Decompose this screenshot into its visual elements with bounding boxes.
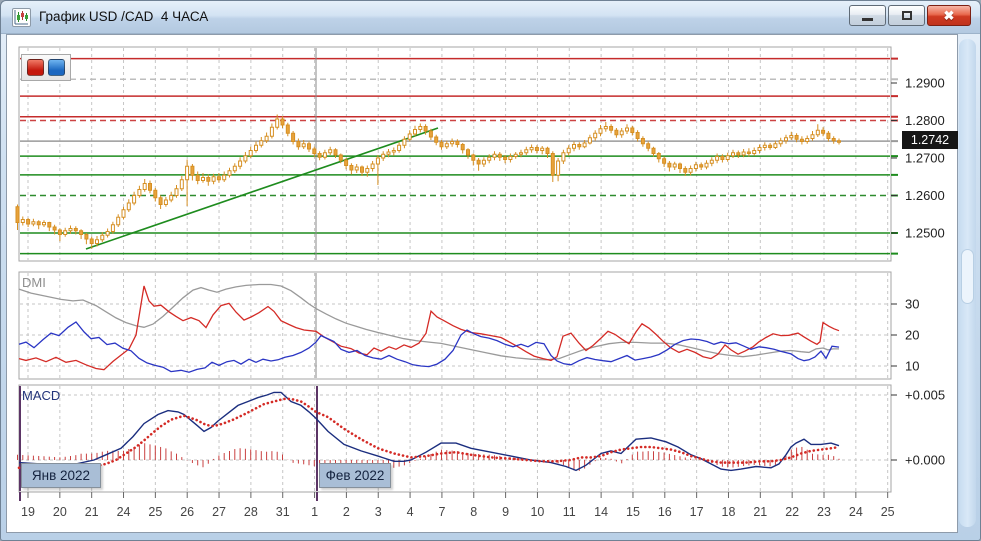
svg-text:26: 26 bbox=[180, 505, 194, 519]
svg-text:18: 18 bbox=[722, 505, 736, 519]
svg-text:23: 23 bbox=[817, 505, 831, 519]
svg-text:31: 31 bbox=[276, 505, 290, 519]
svg-text:8: 8 bbox=[470, 505, 477, 519]
svg-text:25: 25 bbox=[148, 505, 162, 519]
svg-text:10: 10 bbox=[905, 359, 919, 374]
chart-canvas[interactable]: 1920212425262728311234789101114151617182… bbox=[1, 1, 981, 541]
sell-button[interactable] bbox=[27, 59, 44, 76]
svg-text:11: 11 bbox=[563, 505, 576, 519]
svg-text:30: 30 bbox=[905, 297, 919, 312]
svg-text:15: 15 bbox=[626, 505, 640, 519]
svg-text:10: 10 bbox=[530, 505, 544, 519]
svg-text:16: 16 bbox=[658, 505, 672, 519]
svg-text:20: 20 bbox=[905, 328, 919, 343]
svg-text:20: 20 bbox=[53, 505, 67, 519]
svg-text:14: 14 bbox=[594, 505, 608, 519]
svg-text:1.2700: 1.2700 bbox=[905, 151, 945, 166]
svg-text:24: 24 bbox=[117, 505, 131, 519]
svg-text:1.2500: 1.2500 bbox=[905, 226, 945, 241]
svg-text:1.2600: 1.2600 bbox=[905, 188, 945, 203]
order-toolbar bbox=[21, 54, 71, 81]
svg-text:3: 3 bbox=[375, 505, 382, 519]
svg-text:25: 25 bbox=[881, 505, 895, 519]
window-scrollbar-track[interactable] bbox=[959, 39, 976, 527]
svg-text:22: 22 bbox=[785, 505, 799, 519]
svg-text:1: 1 bbox=[311, 505, 318, 519]
svg-text:1.2800: 1.2800 bbox=[905, 113, 945, 128]
svg-text:21: 21 bbox=[753, 505, 767, 519]
svg-text:1.2900: 1.2900 bbox=[905, 76, 945, 91]
app-window: График USD /CAD 4 ЧАСА ✖ 192021242526272… bbox=[0, 0, 981, 541]
dmi-pane-label: DMI bbox=[22, 275, 46, 290]
macd-pane-label: MACD bbox=[22, 388, 60, 403]
svg-text:28: 28 bbox=[244, 505, 258, 519]
svg-text:19: 19 bbox=[21, 505, 35, 519]
svg-text:24: 24 bbox=[849, 505, 863, 519]
svg-text:7: 7 bbox=[438, 505, 445, 519]
svg-text:+0.000: +0.000 bbox=[905, 453, 945, 468]
svg-text:27: 27 bbox=[212, 505, 226, 519]
svg-text:21: 21 bbox=[85, 505, 99, 519]
month-badge-feb: Фев 2022 bbox=[319, 463, 391, 488]
svg-text:2: 2 bbox=[343, 505, 350, 519]
window-scrollbar-thumb[interactable] bbox=[961, 249, 974, 304]
svg-text:+0.005: +0.005 bbox=[905, 388, 945, 403]
buy-button[interactable] bbox=[48, 59, 65, 76]
current-price-badge: 1.2742 bbox=[902, 131, 958, 149]
month-badge-jan: Янв 2022 bbox=[21, 463, 101, 488]
svg-text:4: 4 bbox=[407, 505, 414, 519]
svg-text:17: 17 bbox=[690, 505, 704, 519]
svg-text:9: 9 bbox=[502, 505, 509, 519]
